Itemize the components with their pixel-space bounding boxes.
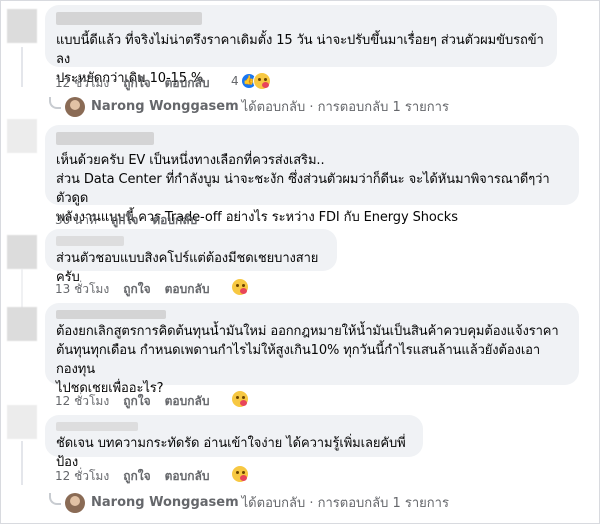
comment-bubble: ส่วนตัวชอบแบบสิงคโปร์แต่ต้องมีชดเชยบางสา…	[45, 229, 337, 285]
view-replies-link[interactable]: Narong Wonggasem ได้ตอบกลับ · การตอบกลับ…	[49, 492, 449, 513]
reply-button[interactable]: ตอบกลับ	[165, 392, 210, 411]
comment-actions: 12 ชั่วโมง ถูกใจ ตอบกลับ	[55, 392, 209, 411]
reply-button[interactable]: ตอบกลับ	[152, 211, 197, 230]
avatar[interactable]	[7, 405, 37, 439]
avatar[interactable]	[7, 9, 37, 43]
reply-avatar	[65, 96, 85, 117]
reply-summary: ได้ตอบกลับ · การตอบกลับ 1 รายการ	[241, 100, 449, 115]
comment-actions: 12 ชั่วโมง ถูกใจ ตอบกลับ	[55, 74, 209, 93]
comment-time[interactable]: 12 ชั่วโมง	[55, 392, 109, 411]
author-name[interactable]	[56, 236, 124, 246]
reaction-summary[interactable]: 4 👍	[231, 72, 271, 90]
reply-avatar	[65, 492, 85, 513]
reaction-count: 4	[231, 74, 239, 88]
comment-bubble: เห็นด้วยครับ EV เป็นหนึ่งทางเลือกที่ควรส…	[45, 125, 579, 225]
care-reaction-icon	[231, 465, 249, 483]
reaction-summary[interactable]	[231, 465, 249, 483]
author-name[interactable]	[56, 132, 154, 145]
avatar[interactable]	[7, 235, 37, 269]
comment-actions: 12 ชั่วโมง ถูกใจ ตอบกลับ	[55, 467, 209, 486]
comment-text: ต้องยกเลิกสูตรการคิดต้นทุนน้ำมันใหม่ ออก…	[56, 324, 559, 396]
comment-time[interactable]: 12 ชั่วโมง	[55, 74, 109, 93]
thread-line	[21, 269, 23, 309]
comment-bubble: แบบนี้ดีแล้ว ที่จริงไม่น่าตรึงราคาเดิมตั…	[45, 5, 557, 86]
comment-time[interactable]: 12 ชั่วโมง	[55, 467, 109, 486]
avatar[interactable]	[7, 307, 37, 341]
comment-time[interactable]: 13 ชั่วโมง	[55, 280, 109, 299]
comment-actions: 13 ชั่วโมง ถูกใจ ตอบกลับ	[55, 280, 209, 299]
care-reaction-icon	[252, 72, 271, 90]
reply-author: Narong Wonggasem	[91, 495, 239, 510]
reaction-summary[interactable]	[231, 390, 249, 408]
reply-button[interactable]: ตอบกลับ	[165, 467, 210, 486]
comment-actions: 30 นาที ถูกใจ ตอบกลับ	[55, 211, 197, 230]
thread-line	[21, 47, 23, 87]
author-name[interactable]	[56, 12, 202, 25]
reply-author: Narong Wonggasem	[91, 99, 239, 114]
author-name[interactable]	[56, 310, 166, 319]
care-reaction-icon	[231, 390, 249, 408]
reply-summary: ได้ตอบกลับ · การตอบกลับ 1 รายการ	[241, 496, 449, 511]
thread-line	[21, 441, 23, 485]
reply-connector	[49, 492, 61, 505]
avatar[interactable]	[7, 119, 37, 153]
reply-button[interactable]: ตอบกลับ	[165, 74, 210, 93]
comment-bubble: ชัดเจน บทความกระทัดรัด อ่านเข้าใจง่าย ได…	[45, 415, 423, 470]
comment-section: แบบนี้ดีแล้ว ที่จริงไม่น่าตรึงราคาเดิมตั…	[0, 0, 600, 524]
view-replies-link[interactable]: Narong Wonggasem ได้ตอบกลับ · การตอบกลับ…	[49, 96, 449, 117]
comment-bubble: ต้องยกเลิกสูตรการคิดต้นทุนน้ำมันใหม่ ออก…	[45, 303, 579, 396]
like-button[interactable]: ถูกใจ	[111, 211, 138, 230]
like-button[interactable]: ถูกใจ	[123, 280, 150, 299]
reaction-summary[interactable]	[231, 278, 249, 296]
like-button[interactable]: ถูกใจ	[123, 74, 150, 93]
care-reaction-icon	[231, 278, 249, 296]
comment-time[interactable]: 30 นาที	[55, 211, 97, 230]
reply-button[interactable]: ตอบกลับ	[165, 280, 210, 299]
like-button[interactable]: ถูกใจ	[123, 467, 150, 486]
reply-connector	[49, 96, 61, 109]
author-name[interactable]	[56, 422, 138, 431]
like-button[interactable]: ถูกใจ	[123, 392, 150, 411]
